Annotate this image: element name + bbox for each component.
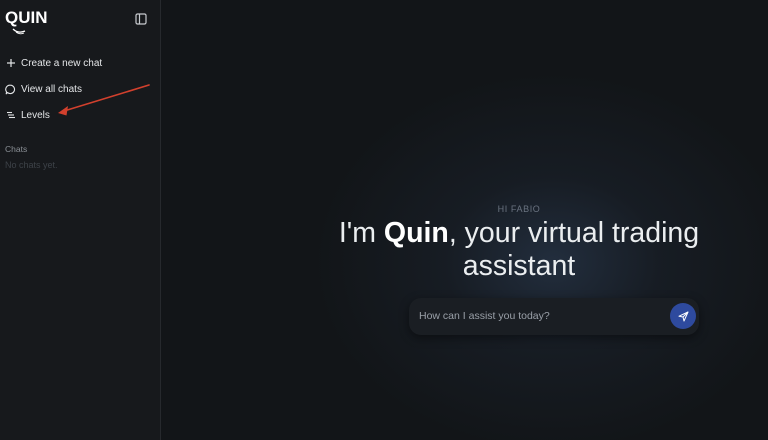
main-panel: HI FABIO I'm Quin, your virtual trading …	[161, 0, 768, 440]
sidebar-item-label: Create a new chat	[21, 57, 103, 69]
chat-input[interactable]	[419, 306, 659, 326]
levels-icon	[5, 110, 16, 121]
page-title: I'm Quin, your virtual trading assistant	[322, 217, 716, 283]
sidebar-toggle-icon[interactable]	[134, 12, 148, 26]
logo-text: QUIN	[5, 8, 48, 27]
sidebar: QUIN Create a new chat View all chats Le…	[0, 0, 161, 440]
sidebar-item-view-all-chats[interactable]: View all chats	[0, 79, 160, 99]
sidebar-item-label: Levels	[21, 109, 50, 121]
chats-empty-text: No chats yet.	[5, 160, 58, 170]
headline-prefix: I'm	[338, 217, 384, 249]
headline-brand: Quin	[383, 217, 449, 249]
sidebar-nav: Create a new chat View all chats Levels	[0, 53, 160, 131]
chat-bubble-icon	[5, 84, 16, 95]
sidebar-item-levels[interactable]: Levels	[0, 105, 160, 125]
chats-section-title: Chats	[5, 144, 28, 154]
app-window: QUIN Create a new chat View all chats Le…	[0, 0, 768, 440]
logo-swoosh-icon	[12, 28, 26, 35]
send-button[interactable]	[670, 303, 696, 329]
logo[interactable]: QUIN	[5, 8, 48, 35]
sidebar-item-label: View all chats	[21, 83, 82, 95]
headline-suffix: , your virtual trading assistant	[448, 217, 700, 282]
sidebar-item-create-new-chat[interactable]: Create a new chat	[0, 53, 160, 73]
send-icon	[678, 311, 688, 321]
greeting-text: HI FABIO	[497, 204, 541, 214]
chat-composer	[409, 298, 699, 335]
plus-icon	[5, 58, 16, 69]
